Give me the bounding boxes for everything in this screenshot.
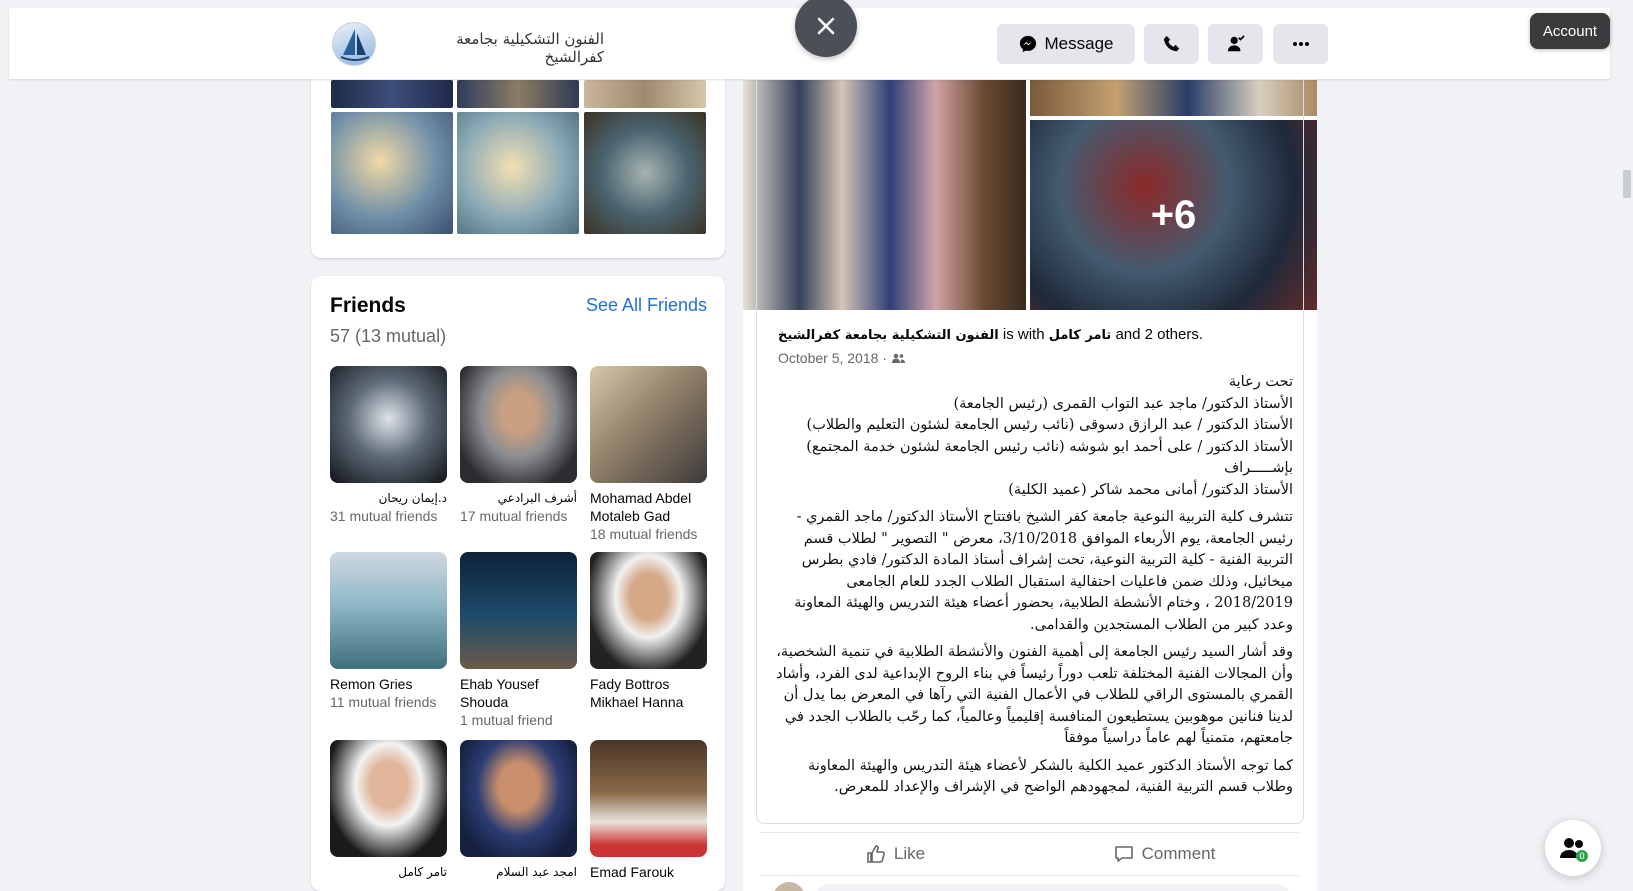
call-button[interactable] <box>1144 24 1199 64</box>
friend-photo[interactable] <box>330 552 447 669</box>
close-icon <box>817 17 835 35</box>
post-actions: Like Comment <box>761 832 1299 876</box>
photo-thumbnail[interactable] <box>457 80 579 108</box>
messenger-icon <box>1019 35 1036 53</box>
post-date[interactable]: October 5, 2018 · <box>778 350 887 366</box>
friends-card: Friends See All Friends 57 (13 mutual) د… <box>311 276 725 891</box>
friend-name[interactable]: Ehab Yousef Shouda <box>460 675 577 711</box>
friend-name[interactable]: أشرف البرادعي <box>460 489 577 507</box>
like-icon <box>867 845 885 863</box>
mutual-friends: 18 mutual friends <box>590 526 698 542</box>
post-line: الأستاذ الدكتور/ أمانى محمد شاكر (عميد ا… <box>1008 481 1293 498</box>
friend-item[interactable]: امجد عبد السلام <box>460 740 577 881</box>
post-paragraph: وقد أشار السيد رئيس الجامعة إلى أهمية ال… <box>776 644 1293 746</box>
contacts-button[interactable]: 0 <box>1545 820 1601 876</box>
post-line: تحت رعاية <box>1228 374 1293 390</box>
friend-item[interactable]: تامر كامل <box>330 740 447 881</box>
friend-item[interactable]: Fady Bottros Mikhael Hanna <box>590 552 707 711</box>
post-line: الأستاذ الدكتور/ ماجد عبد التواب القمرى … <box>953 395 1293 412</box>
photo-thumbnail[interactable] <box>457 112 579 234</box>
post-author[interactable]: الفنون التشكيلية بجامعة كفرالشيخ <box>778 328 999 343</box>
post-card: +6 الفنون التشكيلية بجامعة كفرالشيخ is w… <box>743 60 1317 891</box>
more-icon <box>1292 42 1309 46</box>
with-text: is with <box>1002 326 1045 343</box>
friend-item[interactable]: أشرف البرادعي 17 mutual friends <box>460 366 577 525</box>
post-paragraph: تتشرف كلية التربية النوعية جامعة كفر الش… <box>794 509 1293 633</box>
account-tooltip: Account <box>1530 13 1610 49</box>
friend-photo[interactable] <box>590 740 707 857</box>
friend-photo[interactable] <box>460 740 577 857</box>
friend-item[interactable]: Remon Gries 11 mutual friends <box>330 552 447 711</box>
friend-photo[interactable] <box>460 552 577 669</box>
mutual-friends: 1 mutual friend <box>460 712 553 728</box>
message-button[interactable]: Message <box>997 24 1135 64</box>
post-header-line: الفنون التشكيلية بجامعة كفرالشيخ is with… <box>778 326 1203 343</box>
photo-thumbnail[interactable] <box>584 112 706 234</box>
friend-name[interactable]: Remon Gries <box>330 675 447 693</box>
friend-item[interactable]: Ehab Yousef Shouda 1 mutual friend <box>460 552 577 729</box>
photos-card <box>311 60 725 258</box>
mutual-friends: 17 mutual friends <box>460 508 568 524</box>
photo-thumbnail[interactable] <box>584 80 706 108</box>
friend-name[interactable]: امجد عبد السلام <box>460 863 577 881</box>
friend-photo[interactable] <box>330 366 447 483</box>
friend-photo[interactable] <box>590 366 707 483</box>
comment-label: Comment <box>1141 844 1216 863</box>
tagged-user[interactable]: تامر كامل <box>1049 328 1112 343</box>
like-button[interactable]: Like <box>761 833 1030 875</box>
post-text: تحت رعاية الأستاذ الدكتور/ ماجد عبد التو… <box>773 372 1293 805</box>
mutual-friends: 31 mutual friends <box>330 508 438 524</box>
photo-thumbnail[interactable] <box>331 80 453 108</box>
photo-thumbnail[interactable] <box>331 112 453 234</box>
friend-name[interactable]: د.إيمان ريحان <box>330 489 447 507</box>
message-label: Message <box>1044 34 1114 53</box>
phone-icon <box>1163 35 1179 52</box>
friends-count: 57 (13 mutual) <box>330 326 447 346</box>
like-label: Like <box>893 844 926 863</box>
comment-button[interactable]: Comment <box>1030 833 1299 875</box>
page-name[interactable]: الفنون التشكيلية بجامعة كفرالشيخ <box>394 30 604 66</box>
friend-name[interactable]: Mohamad Abdel Motaleb Gad <box>590 489 707 525</box>
friend-photo[interactable] <box>460 366 577 483</box>
post-timestamp[interactable]: October 5, 2018 · <box>778 350 905 366</box>
post-line: بإشـــــراف <box>1224 460 1293 476</box>
friend-item[interactable]: Mohamad Abdel Motaleb Gad 18 mutual frie… <box>590 366 707 543</box>
more-options-button[interactable] <box>1273 24 1328 64</box>
scrollbar-thumb[interactable] <box>1623 170 1631 198</box>
friend-name[interactable]: Emad Farouk <box>590 863 707 881</box>
page-logo[interactable] <box>332 22 376 66</box>
friend-icon <box>1227 35 1245 52</box>
contacts-count-badge: 0 <box>1576 850 1588 862</box>
friend-item[interactable]: Emad Farouk <box>590 740 707 881</box>
friend-status-button[interactable] <box>1208 24 1263 64</box>
mutual-friends: 11 mutual friends <box>330 694 437 710</box>
friend-item[interactable]: د.إيمان ريحان 31 mutual friends <box>330 366 447 525</box>
friends-audience-icon <box>891 353 905 363</box>
post-paragraph: كما توجه الأستاذ الدكتور عميد الكلية بال… <box>807 757 1293 796</box>
friend-photo[interactable] <box>590 552 707 669</box>
see-all-friends-link[interactable]: See All Friends <box>586 295 707 316</box>
friend-name[interactable]: Fady Bottros Mikhael Hanna <box>590 675 707 711</box>
friend-name[interactable]: تامر كامل <box>330 863 447 881</box>
comment-composer <box>771 882 1291 891</box>
and-others-link[interactable]: and 2 others. <box>1115 326 1203 343</box>
avatar <box>773 882 805 891</box>
post-line: الأستاذ الدكتور / على أحمد ابو شوشه (نائ… <box>806 438 1293 455</box>
comment-icon <box>1114 846 1133 862</box>
comment-input[interactable] <box>815 884 1291 891</box>
friends-title: Friends <box>330 294 406 317</box>
friend-photo[interactable] <box>330 740 447 857</box>
post-line: الأستاذ الدكتور / عبد الرازق دسوقى (نائب… <box>806 417 1293 433</box>
